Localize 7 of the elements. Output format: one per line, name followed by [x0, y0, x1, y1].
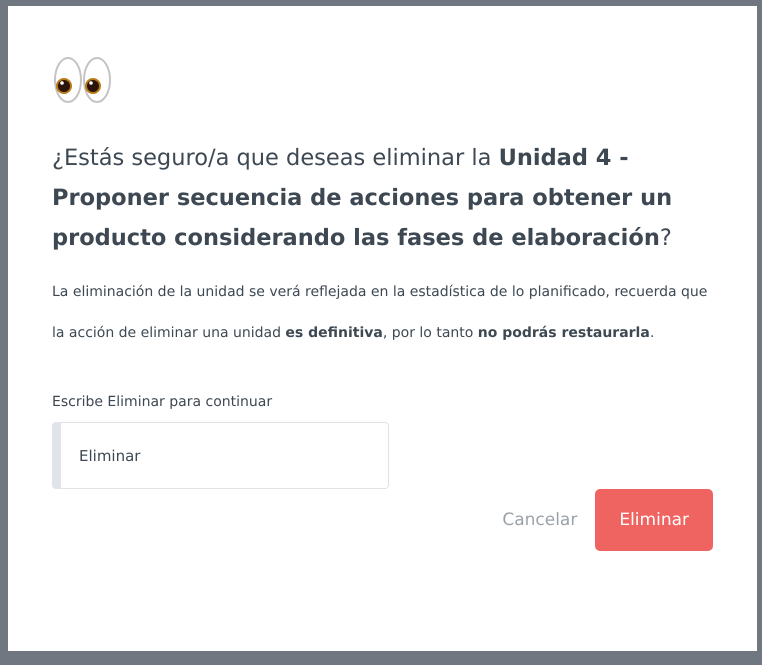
- field-label: Escribe Eliminar para continuar: [52, 394, 274, 410]
- dialog-message: La eliminación de la unidad se verá reflejada en la estadística de lo planificado, recuerda que la acción de eliminar una unidad es definitiva, por lo tanto no podrás restaurarla.: [52, 283, 708, 343]
- delete-button[interactable]: Eliminar: [595, 489, 713, 551]
- eyes-icon: [52, 54, 114, 106]
- confirm-input-field[interactable]: Eliminar: [52, 422, 389, 489]
- cancel-button[interactable]: Cancelar: [502, 489, 578, 551]
- dialog-title: ¿Estás seguro/a que deseas eliminar la Unidad 4 - Proponer secuencia de acciones para obtener un producto considerando las fases de elaboración?: [52, 144, 674, 253]
